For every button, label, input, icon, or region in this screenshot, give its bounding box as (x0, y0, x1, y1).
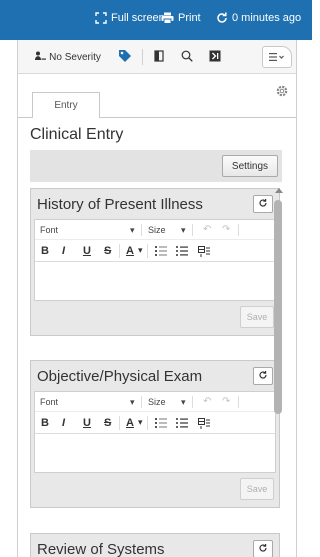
note-refresh-button[interactable] (253, 367, 273, 385)
print-label: Print (178, 12, 201, 24)
clinical-entry-panel: No Severity Entry Clinical Entry Setting… (17, 40, 297, 557)
editor-toolbar-top: Font ▾ Size ▾ ↶ ↷ (35, 220, 275, 240)
italic-button[interactable]: I (62, 245, 65, 257)
next-icon (209, 50, 221, 65)
toolbar-divider (119, 244, 120, 258)
chevron-down-icon[interactable]: ▾ (138, 245, 143, 256)
note-title: Review of Systems (37, 541, 165, 557)
tab-entry[interactable]: Entry (32, 92, 100, 118)
bullet-list-icon[interactable] (176, 418, 188, 431)
note-title: Objective/Physical Exam (37, 368, 203, 385)
redo-icon[interactable]: ↷ (222, 224, 230, 235)
chevron-down-icon[interactable]: ▾ (181, 225, 186, 236)
search-icon (181, 50, 193, 65)
notes-scroll-area: History of Present Illness Font ▾ Size ▾… (30, 188, 296, 557)
toolbar-divider (119, 416, 120, 430)
font-dropdown[interactable]: Font (40, 397, 58, 407)
toolbar-divider (192, 224, 193, 236)
toolbar-divider (142, 49, 143, 65)
font-color-button[interactable]: A (126, 245, 134, 257)
top-bar: Full screen Print 0 minutes ago (0, 0, 312, 40)
toolbar-divider (141, 224, 142, 236)
options-menu-button[interactable] (262, 46, 292, 68)
column-button[interactable] (148, 40, 170, 74)
scroll-thumb[interactable] (274, 200, 282, 414)
note-objective-physical-exam: Objective/Physical Exam Font ▾ Size ▾ ↶ … (30, 360, 280, 508)
numbered-list-icon[interactable] (155, 246, 167, 259)
toolbar-divider (238, 224, 239, 236)
refresh-icon (216, 12, 228, 24)
note-refresh-button[interactable] (253, 540, 273, 557)
scroll-up-icon[interactable] (275, 188, 283, 193)
redo-icon[interactable]: ↷ (222, 396, 230, 407)
settings-bar: Settings (30, 150, 282, 182)
italic-button[interactable]: I (62, 417, 65, 429)
rich-text-editor: Font ▾ Size ▾ ↶ ↷ B I U S A ▾ (34, 391, 276, 473)
insert-table-icon[interactable] (198, 246, 210, 260)
note-review-of-systems: Review of Systems (30, 533, 280, 557)
save-button[interactable]: Save (240, 478, 274, 500)
chevron-down-icon[interactable]: ▾ (181, 397, 186, 408)
print-button[interactable]: Print (161, 12, 201, 24)
printer-icon (161, 12, 174, 24)
fullscreen-button[interactable]: Full screen (95, 12, 165, 24)
toolbar-divider (141, 396, 142, 408)
settings-button[interactable]: Settings (222, 155, 278, 177)
bold-button[interactable]: B (41, 245, 49, 257)
rich-text-editor: Font ▾ Size ▾ ↶ ↷ B I U S A ▾ (34, 219, 276, 301)
gear-icon[interactable] (275, 84, 289, 98)
chevron-down-icon[interactable]: ▾ (138, 417, 143, 428)
next-button[interactable] (204, 40, 226, 74)
column-icon (154, 49, 164, 65)
severity-filter[interactable]: No Severity (24, 40, 112, 74)
undo-icon[interactable]: ↶ (203, 396, 211, 407)
numbered-list-icon[interactable] (155, 418, 167, 431)
chevron-down-icon[interactable]: ▾ (130, 225, 135, 236)
size-dropdown[interactable]: Size (148, 225, 166, 235)
toolbar-divider (238, 396, 239, 408)
underline-button[interactable]: U (83, 417, 91, 429)
editor-toolbar-format: B I U S A ▾ (35, 240, 275, 262)
font-dropdown[interactable]: Font (40, 225, 58, 235)
panel-toolbar: No Severity (18, 40, 296, 74)
undo-icon[interactable]: ↶ (203, 224, 211, 235)
fullscreen-label: Full screen (111, 12, 165, 24)
note-history-of-present-illness: History of Present Illness Font ▾ Size ▾… (30, 188, 280, 336)
refresh-status-button[interactable]: 0 minutes ago (216, 12, 301, 24)
refresh-icon (258, 540, 268, 557)
save-button[interactable]: Save (240, 306, 274, 328)
bold-button[interactable]: B (41, 417, 49, 429)
refresh-icon (258, 195, 268, 213)
toolbar-divider (147, 416, 148, 430)
editor-toolbar-top: Font ▾ Size ▾ ↶ ↷ (35, 392, 275, 412)
fullscreen-icon (95, 12, 107, 24)
strikethrough-button[interactable]: S (104, 417, 111, 429)
vertical-scrollbar[interactable] (274, 188, 284, 557)
note-text-area[interactable] (35, 434, 275, 472)
refresh-icon (258, 367, 268, 385)
note-refresh-button[interactable] (253, 195, 273, 213)
note-title: History of Present Illness (37, 196, 203, 213)
font-color-button[interactable]: A (126, 417, 134, 429)
tag-button[interactable] (114, 40, 136, 74)
size-dropdown[interactable]: Size (148, 397, 166, 407)
tag-icon (118, 49, 132, 66)
refresh-status-label: 0 minutes ago (232, 12, 302, 24)
underline-button[interactable]: U (83, 245, 91, 257)
toolbar-divider (192, 396, 193, 408)
note-text-area[interactable] (35, 262, 275, 300)
chevron-down-icon[interactable]: ▾ (130, 397, 135, 408)
menu-icon (269, 48, 285, 66)
strikethrough-button[interactable]: S (104, 245, 111, 257)
toolbar-divider (147, 244, 148, 258)
editor-toolbar-format: B I U S A ▾ (35, 412, 275, 434)
severity-label: No Severity (49, 51, 101, 63)
bullet-list-icon[interactable] (176, 246, 188, 259)
search-button[interactable] (176, 40, 198, 74)
user-list-icon (35, 51, 47, 64)
page-title: Clinical Entry (30, 126, 124, 143)
insert-table-icon[interactable] (198, 418, 210, 432)
